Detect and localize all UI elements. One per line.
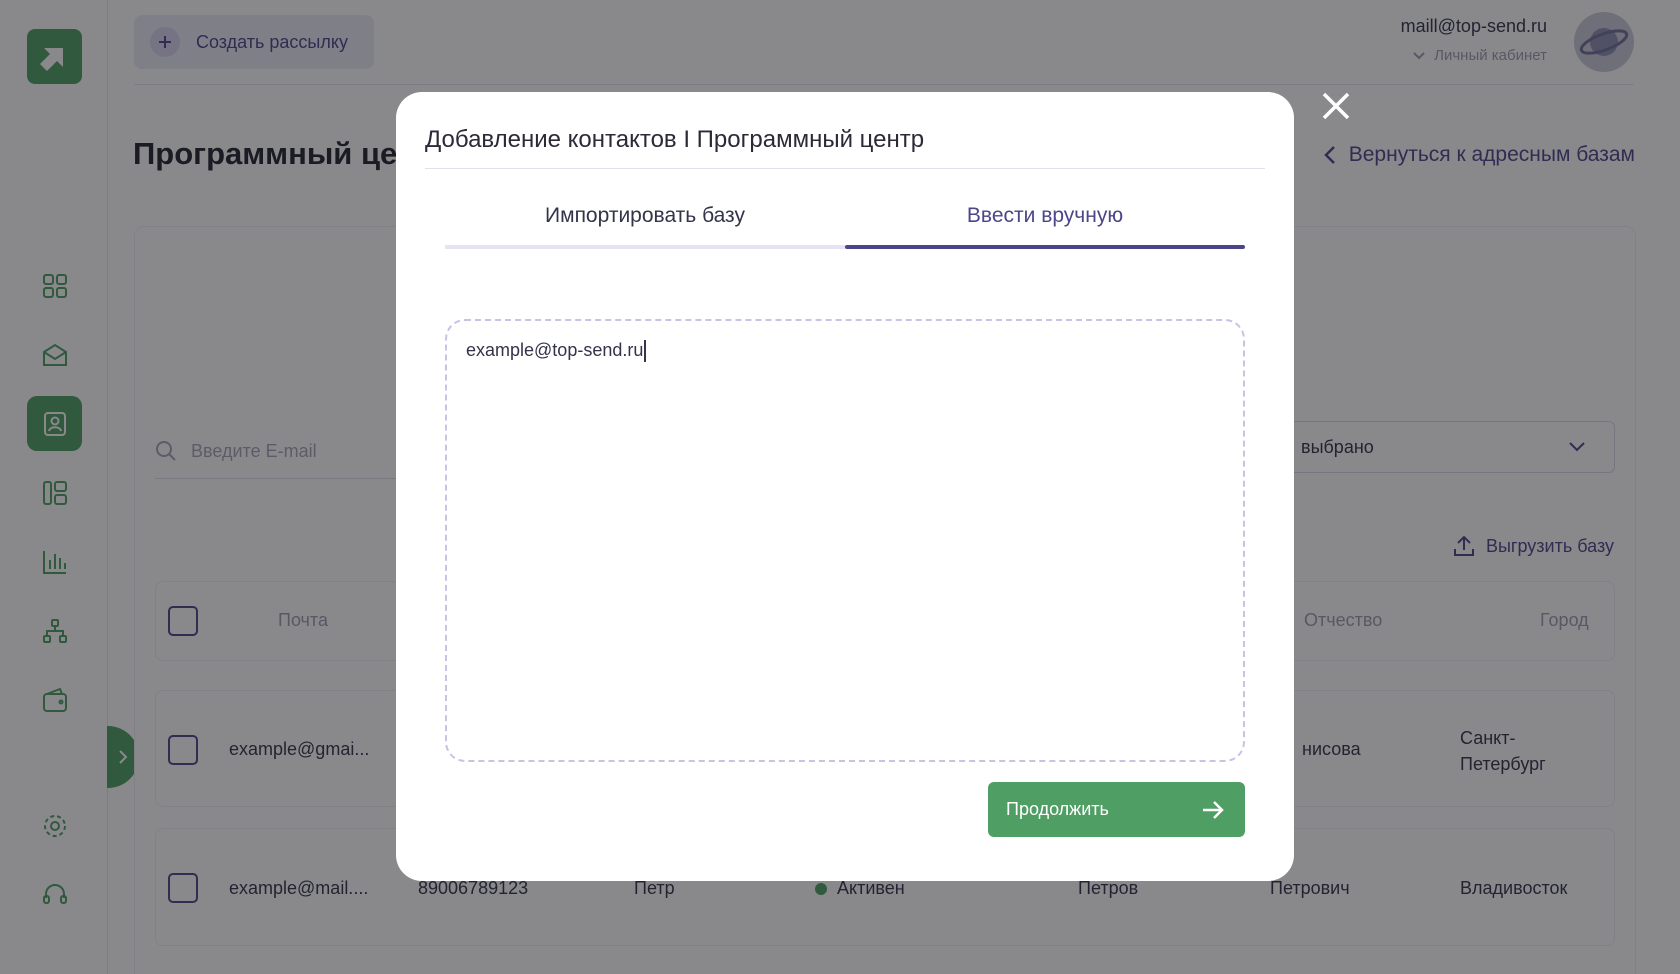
tab-manual-underline-active [845, 245, 1245, 249]
modal-title: Добавление контактов I Программный центр [425, 126, 925, 153]
close-modal-button[interactable] [1318, 88, 1354, 124]
tab-import[interactable]: Импортировать базу [445, 204, 845, 244]
textarea-value: example@top-send.ru [466, 340, 644, 360]
app-root: Создать рассылку maill@top-send.ru Личны… [0, 0, 1680, 974]
continue-label: Продолжить [1006, 799, 1109, 819]
continue-button[interactable]: Продолжить [988, 782, 1245, 837]
tab-import-underline [445, 245, 845, 249]
close-icon [1322, 92, 1350, 120]
text-caret [644, 340, 647, 363]
tab-manual[interactable]: Ввести вручную [845, 204, 1245, 244]
modal-title-divider [425, 168, 1265, 169]
contacts-textarea[interactable]: example@top-send.ru [445, 319, 1245, 762]
arrow-right-icon [1203, 800, 1224, 819]
add-contacts-modal: Добавление контактов I Программный центр… [396, 92, 1294, 881]
